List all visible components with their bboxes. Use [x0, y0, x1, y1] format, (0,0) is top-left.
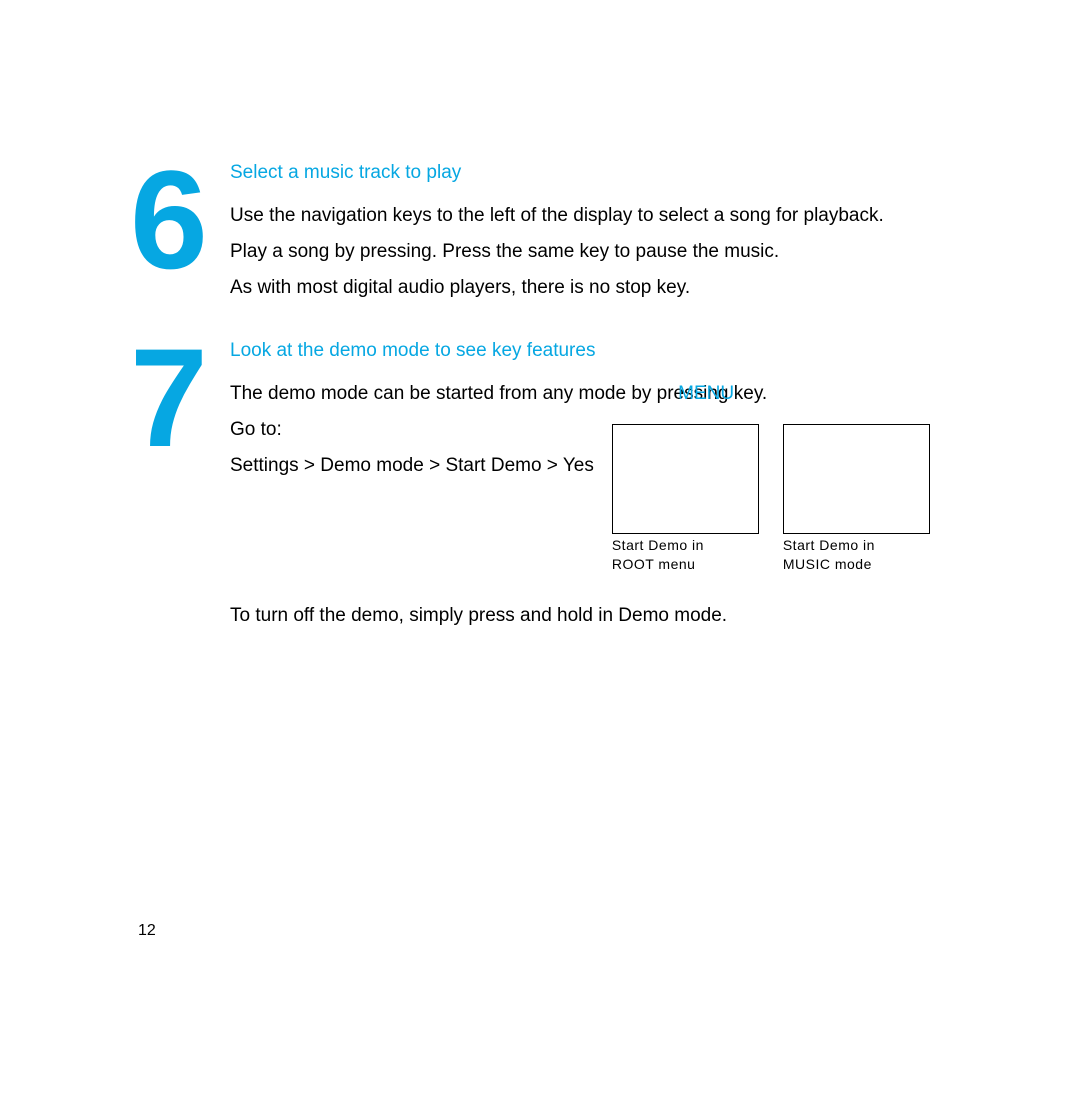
step-7-path-row: Settings > Demo mode > Start Demo > Yes …: [230, 448, 950, 572]
screenshot-1-caption-l2: ROOT menu: [612, 556, 696, 572]
step-7-content: Look at the demo mode to see key feature…: [230, 338, 950, 573]
step-6-body: Use the navigation keys to the left of t…: [230, 198, 950, 306]
screenshot-1-caption: Start Demo in ROOT menu: [612, 536, 759, 572]
step-7-number: 7: [130, 338, 220, 457]
step-7-line-1-pre: The demo mode can be started from any mo…: [230, 383, 684, 404]
step-6-line-3: As with most digital audio players, ther…: [230, 270, 950, 306]
step-7-line-1-post: key.: [729, 383, 768, 404]
step-6-line-1: Use the navigation keys to the left of t…: [230, 198, 950, 234]
screenshot-1-box: [612, 424, 759, 534]
step-7: 7 Look at the demo mode to see key featu…: [130, 338, 950, 573]
step-7-title: Look at the demo mode to see key feature…: [230, 340, 950, 362]
step-7-closing: To turn off the demo, simply press and h…: [230, 605, 950, 627]
page-number: 12: [138, 922, 156, 940]
screenshot-2-caption: Start Demo in MUSIC mode: [783, 536, 930, 572]
screenshot-2-caption-l1: Start Demo in: [783, 537, 875, 553]
screenshot-1-caption-l1: Start Demo in: [612, 537, 704, 553]
step-6-line-2: Play a song by pressing. Press the same …: [230, 234, 950, 270]
step-6-title: Select a music track to play: [230, 162, 950, 184]
menu-key-label: MENU: [678, 376, 734, 412]
screenshot-group: Start Demo in ROOT menu Start Demo in MU…: [612, 424, 930, 572]
screenshot-1: Start Demo in ROOT menu: [612, 424, 759, 572]
step-7-body: The demo mode can be started from any mo…: [230, 376, 950, 573]
step-7-menu-path: Settings > Demo mode > Start Demo > Yes: [230, 448, 594, 484]
screenshot-2-box: [783, 424, 930, 534]
step-6-number: 6: [130, 160, 220, 279]
screenshot-2-caption-l2: MUSIC mode: [783, 556, 872, 572]
step-6: 6 Select a music track to play Use the n…: [130, 160, 950, 306]
step-6-content: Select a music track to play Use the nav…: [230, 160, 950, 306]
screenshot-2: Start Demo in MUSIC mode: [783, 424, 930, 572]
step-7-line-1: The demo mode can be started from any mo…: [230, 376, 950, 412]
